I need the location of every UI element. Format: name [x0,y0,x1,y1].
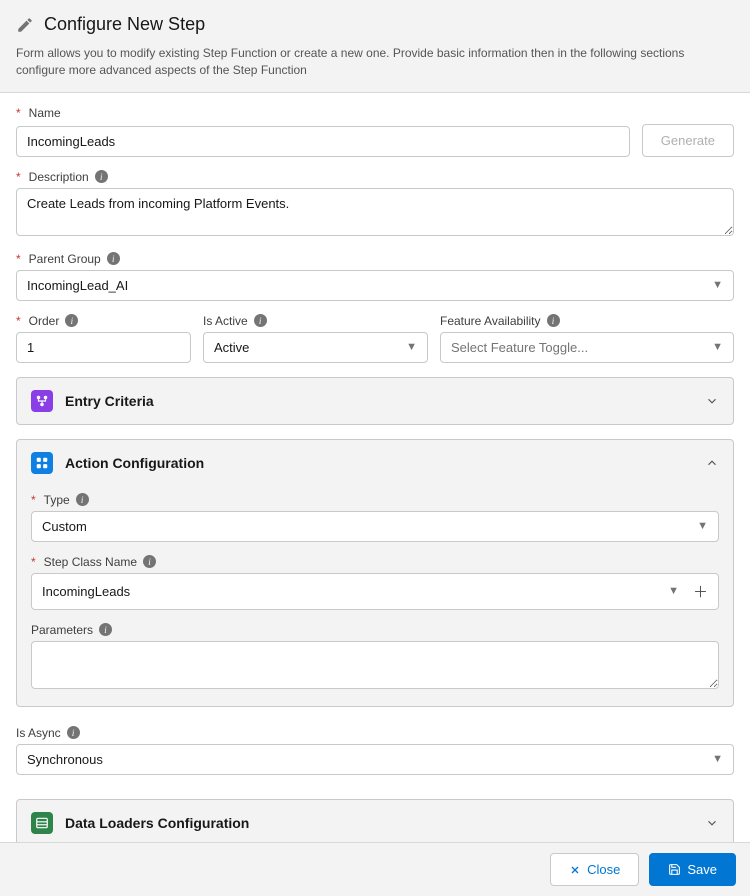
type-label: Type i [31,493,89,507]
save-button[interactable]: Save [649,853,736,886]
form-body: Name Generate Description i Create Leads… [0,93,750,842]
save-icon [668,863,681,876]
feature-availability-label: Feature Availability i [440,314,560,328]
chevron-down-icon [705,816,719,830]
step-class-select[interactable]: IncomingLeads ▼ ＋ [31,573,719,610]
chevron-down-icon: ▼ [712,341,723,353]
chevron-down-icon: ▼ [406,341,417,353]
chevron-down-icon: ▼ [712,279,723,291]
dialog-footer: Close Save [0,842,750,896]
is-active-label: Is Active i [203,314,267,328]
action-config-header[interactable]: Action Configuration [17,440,733,486]
info-icon: i [67,726,80,739]
info-icon: i [107,252,120,265]
info-icon: i [65,314,78,327]
description-label: Description i [16,170,108,184]
action-config-accordion: Action Configuration Type i Custom ▼ Ste… [16,439,734,707]
close-icon [569,864,581,876]
name-label: Name [16,106,61,120]
parent-group-label: Parent Group i [16,252,120,266]
dialog-subtitle: Form allows you to modify existing Step … [16,45,734,80]
feature-availability-select[interactable]: Select Feature Toggle... ▼ [440,332,734,363]
info-icon: i [547,314,560,327]
order-input[interactable] [16,332,191,363]
generate-button[interactable]: Generate [642,124,734,157]
order-label: Order i [16,314,78,328]
plus-icon[interactable]: ＋ [687,581,708,602]
info-icon: i [254,314,267,327]
info-icon: i [99,623,112,636]
step-class-label: Step Class Name i [31,555,156,569]
entry-criteria-header[interactable]: Entry Criteria [17,378,733,424]
chevron-down-icon: ▼ [712,753,723,765]
data-loaders-header[interactable]: Data Loaders Configuration [17,800,733,842]
info-icon: i [76,493,89,506]
name-input[interactable] [16,126,630,157]
edit-icon [16,16,34,34]
chevron-up-icon [705,456,719,470]
is-async-select[interactable]: Synchronous ▼ [16,744,734,775]
chevron-down-icon: ▼ [697,520,708,532]
dialog-header: Configure New Step Form allows you to mo… [0,0,750,93]
parameters-label: Parameters i [31,623,112,637]
is-async-label: Is Async i [16,726,80,740]
is-active-select[interactable]: Active ▼ [203,332,428,363]
chevron-down-icon [705,394,719,408]
table-icon [31,812,53,834]
chevron-down-icon: ▼ [668,585,679,597]
parent-group-select[interactable]: IncomingLead_AI ▼ [16,270,734,301]
type-select[interactable]: Custom ▼ [31,511,719,542]
info-icon: i [95,170,108,183]
description-input[interactable]: Create Leads from incoming Platform Even… [16,188,734,236]
flow-icon [31,390,53,412]
apps-icon [31,452,53,474]
parameters-input[interactable] [31,641,719,689]
dialog-title: Configure New Step [44,14,205,35]
data-loaders-accordion: Data Loaders Configuration [16,799,734,842]
entry-criteria-accordion: Entry Criteria [16,377,734,425]
info-icon: i [143,555,156,568]
close-button[interactable]: Close [550,853,639,886]
